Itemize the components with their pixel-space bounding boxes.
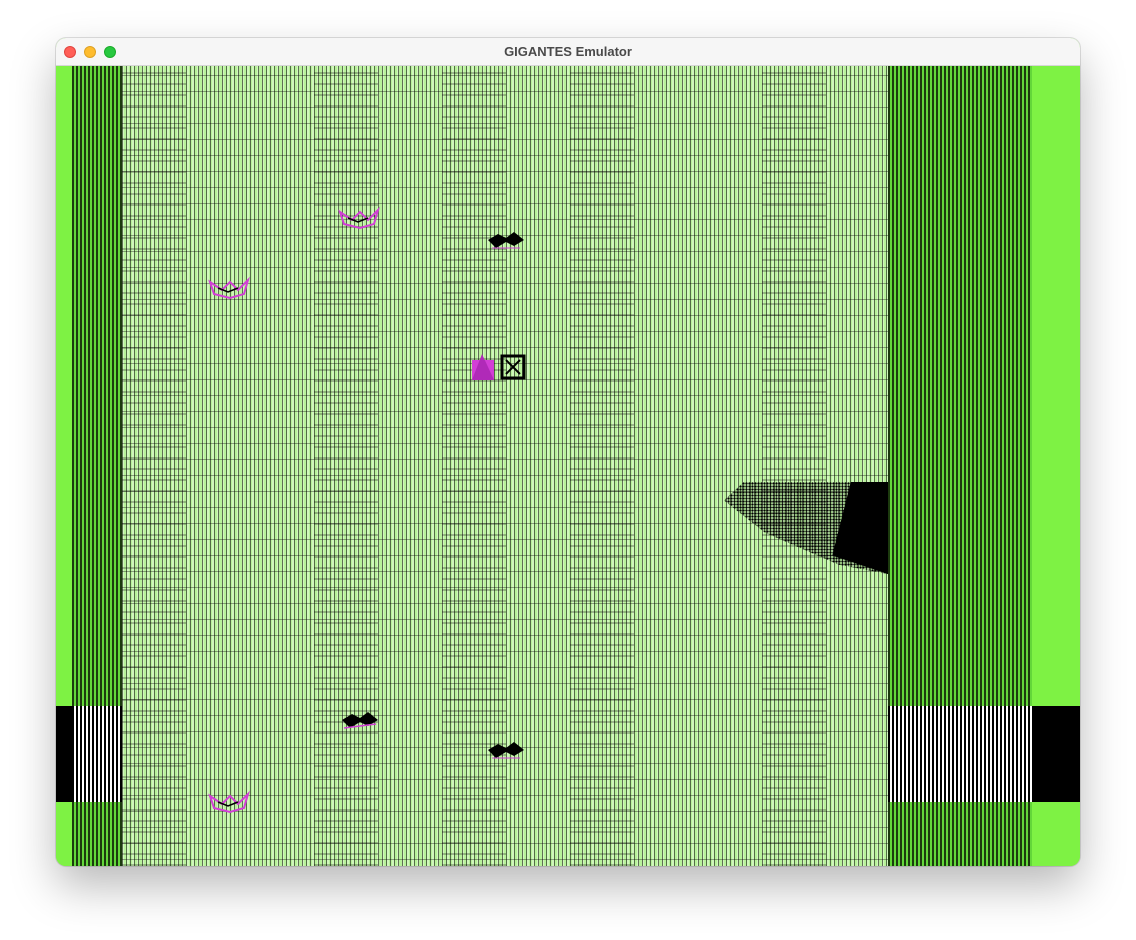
playfield-column-4 xyxy=(570,66,634,866)
emulator-window: GIGANTES Emulator xyxy=(56,38,1080,866)
enemy-ship-magenta xyxy=(208,790,251,814)
left-border-stripes xyxy=(72,66,122,706)
playfield-column-2 xyxy=(314,66,378,866)
player-ship xyxy=(472,354,526,380)
enemy-ship-black xyxy=(488,232,524,249)
enemy-ship-black xyxy=(488,742,524,759)
playfield-column-1 xyxy=(122,66,186,866)
right-border-stripes-bottom xyxy=(888,802,1032,866)
enemy-ship-black xyxy=(342,712,378,729)
game-screen[interactable] xyxy=(56,66,1080,866)
title-bar[interactable]: GIGANTES Emulator xyxy=(56,38,1080,66)
enemy-ship-magenta xyxy=(338,206,380,230)
window-title: GIGANTES Emulator xyxy=(504,44,632,59)
right-border-stripes xyxy=(888,66,1032,706)
left-border-bw-stripes xyxy=(72,706,122,802)
right-border-black xyxy=(1032,706,1080,802)
right-border-bw-stripes xyxy=(888,706,1032,802)
left-border-stripes-bottom xyxy=(72,802,122,866)
left-border-black xyxy=(56,706,72,802)
enemy-ship-magenta xyxy=(208,276,251,300)
playfield-column-5 xyxy=(762,66,826,866)
